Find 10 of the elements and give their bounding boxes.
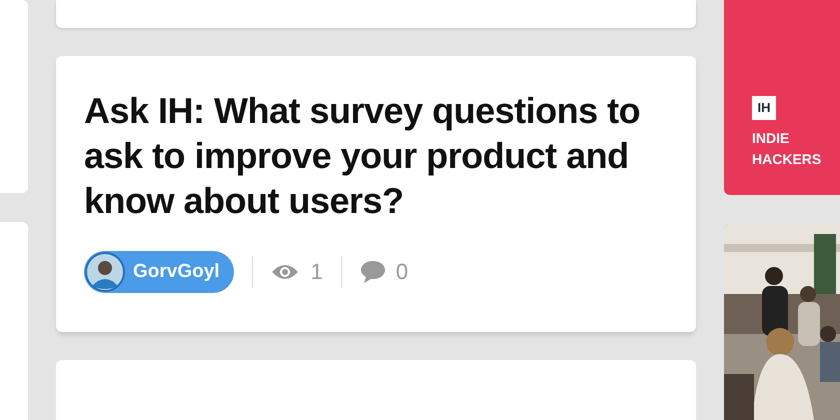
brand-card[interactable]: IH INDIE HACKERS bbox=[724, 0, 840, 195]
post-card[interactable]: Ask IH: What survey questions to ask to improve your product and know about users? GorvGoyl 1 0 bbox=[56, 56, 696, 332]
avatar bbox=[85, 252, 125, 292]
brand-logo: IH bbox=[752, 96, 776, 120]
comment-icon bbox=[360, 260, 386, 284]
view-count: 1 bbox=[310, 258, 323, 286]
comment-count: 0 bbox=[396, 258, 408, 286]
brand-name: INDIE HACKERS bbox=[752, 129, 822, 169]
eye-icon bbox=[270, 262, 299, 281]
post-title[interactable]: Ask IH: What survey questions to ask to improve your product and know about users? bbox=[84, 88, 668, 223]
